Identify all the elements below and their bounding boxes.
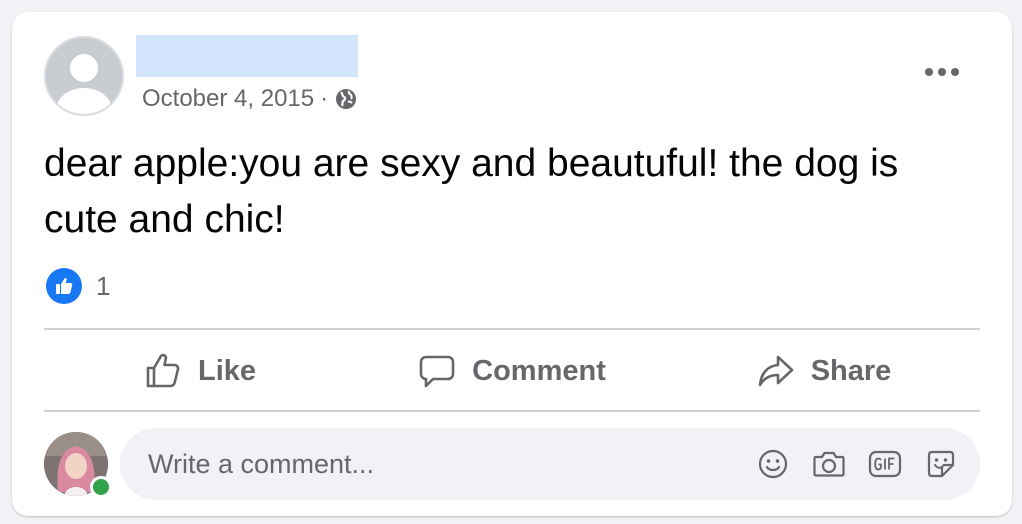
comment-composer	[120, 428, 980, 500]
comment-button[interactable]: Comment	[356, 332, 668, 410]
share-label: Share	[810, 354, 892, 387]
composer-tools	[738, 443, 962, 485]
post-text: dear apple:you are sexy and beautuful! t…	[44, 142, 899, 241]
post-meta: October 4, 2015 ·	[142, 84, 358, 114]
default-avatar-icon	[46, 38, 122, 114]
divider	[44, 410, 980, 412]
post-card: October 4, 2015 · dear apple:you are sex…	[12, 12, 1012, 516]
reaction-summary[interactable]: 1	[46, 268, 110, 304]
thumbs-up-icon	[146, 353, 180, 388]
reaction-count: 1	[96, 270, 111, 301]
like-button[interactable]: Like	[44, 332, 356, 410]
share-button[interactable]: Share	[668, 332, 980, 410]
more-icon	[925, 68, 959, 76]
globe-icon[interactable]	[334, 87, 358, 111]
comment-input[interactable]	[146, 433, 738, 495]
like-reaction-icon	[46, 268, 82, 304]
divider	[44, 328, 980, 330]
online-status-indicator	[90, 476, 112, 498]
share-icon	[758, 355, 793, 387]
like-label: Like	[197, 354, 257, 387]
gif-icon[interactable]	[864, 443, 906, 485]
current-user-avatar[interactable]	[44, 432, 112, 498]
comment-label: Comment	[472, 354, 606, 387]
author-avatar[interactable]	[44, 36, 124, 116]
author-name-redacted[interactable]	[136, 35, 358, 77]
action-bar: Like Comment Share	[44, 332, 980, 410]
meta-separator: ·	[320, 85, 329, 112]
camera-icon[interactable]	[808, 443, 850, 485]
more-options-button[interactable]	[912, 52, 972, 92]
comment-icon	[419, 355, 455, 388]
post-date[interactable]: October 4, 2015	[142, 85, 314, 113]
sticker-icon[interactable]	[920, 443, 962, 485]
emoji-icon[interactable]	[752, 443, 794, 485]
